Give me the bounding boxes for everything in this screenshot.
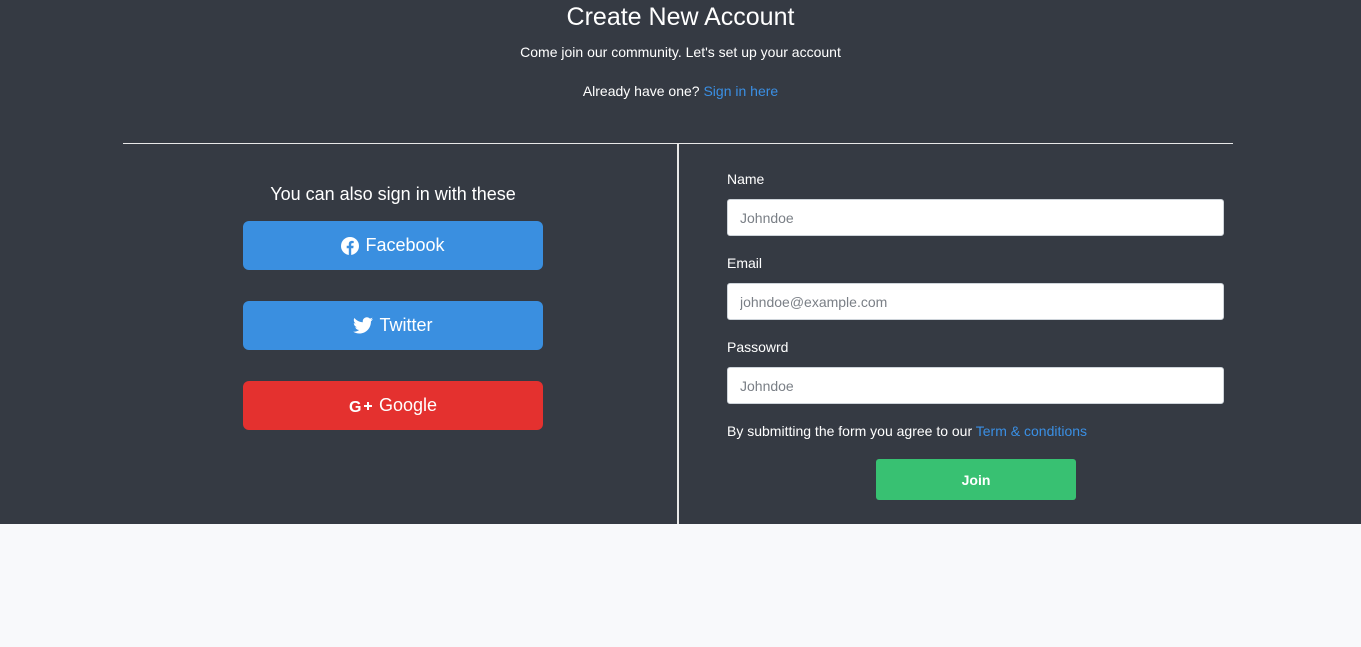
signin-link[interactable]: Sign in here [703, 83, 778, 99]
social-signin-heading: You can also sign in with these [270, 184, 516, 204]
google-button-label: Google [378, 395, 438, 415]
terms-text: By submitting the form you agree to our [727, 423, 973, 439]
twitter-button[interactable]: Twitter [243, 301, 543, 350]
name-label: Name [727, 171, 765, 187]
signup-panel: Create New Account Come join our communi… [0, 0, 1361, 524]
signin-prompt-text: Already have one? [582, 83, 700, 99]
facebook-icon [341, 236, 360, 255]
google-plus-icon: G [349, 398, 373, 414]
vertical-divider [677, 144, 679, 524]
terms-link[interactable]: Term & conditions [976, 423, 1087, 439]
twitter-icon [353, 317, 374, 334]
page-subtitle: Come join our community. Let's set up yo… [520, 44, 841, 60]
signin-prompt-line: Already have one? Sign in here [0, 82, 1361, 100]
email-label: Email [727, 255, 763, 271]
svg-text:G: G [349, 399, 361, 414]
email-input[interactable] [727, 283, 1224, 320]
join-button[interactable]: Join [876, 459, 1076, 500]
google-button[interactable]: G Google [243, 381, 543, 430]
password-label: Passowrd [727, 339, 789, 355]
twitter-button-label: Twitter [379, 315, 433, 335]
page-title: Create New Account [566, 3, 795, 31]
terms-line: By submitting the form you agree to our … [727, 422, 1087, 440]
facebook-button[interactable]: Facebook [243, 221, 543, 270]
name-input[interactable] [727, 199, 1224, 236]
facebook-button-label: Facebook [365, 235, 445, 255]
password-input[interactable] [727, 367, 1224, 404]
